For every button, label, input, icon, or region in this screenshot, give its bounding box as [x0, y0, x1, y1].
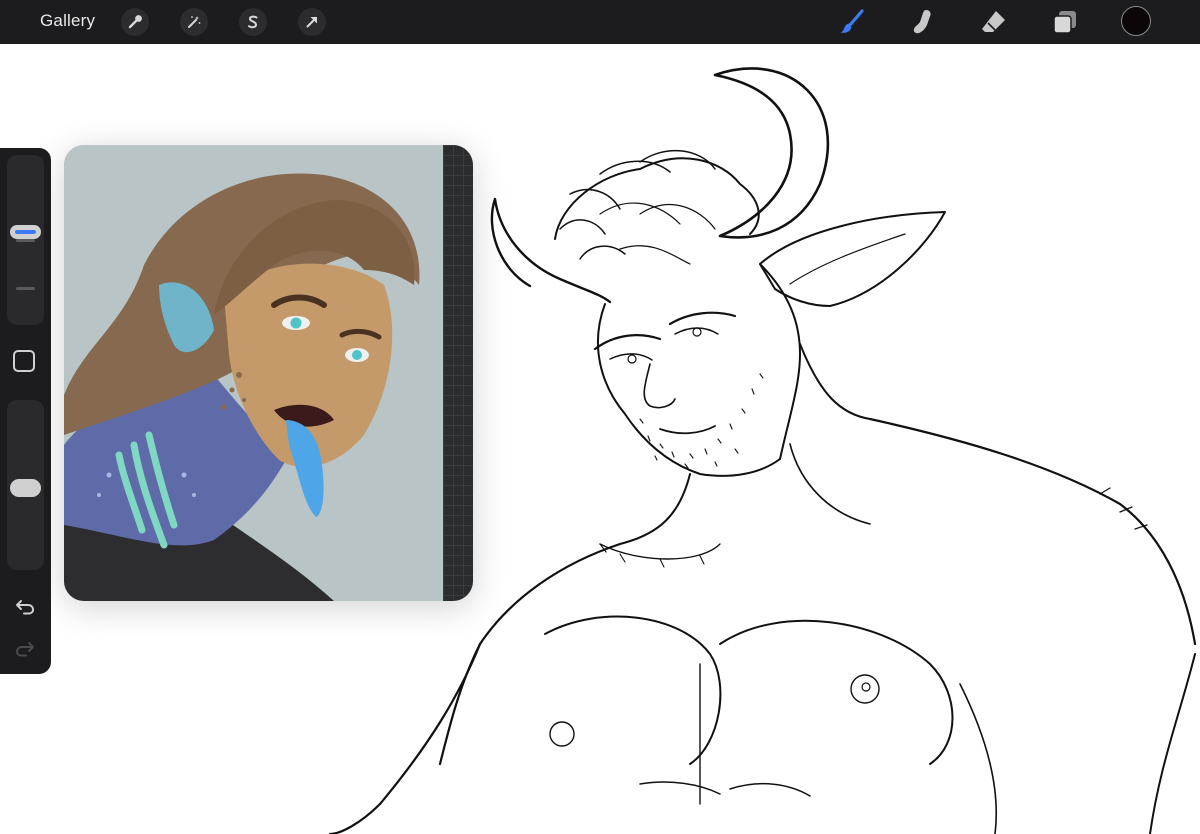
brush-size-thumb[interactable]	[10, 225, 41, 239]
arrow-cursor-icon	[306, 17, 317, 28]
redo-icon	[15, 642, 34, 657]
reference-window[interactable]	[64, 145, 473, 601]
smudge-finger-icon	[913, 10, 931, 34]
adjustments-button[interactable]	[180, 8, 208, 36]
magic-wand-icon	[188, 16, 201, 28]
eraser-icon	[982, 11, 1005, 32]
undo-button[interactable]	[12, 593, 38, 619]
wrench-icon	[128, 15, 142, 29]
redo-button[interactable]	[12, 635, 38, 661]
selection-button[interactable]	[239, 8, 267, 36]
smudge-tool-button[interactable]	[907, 6, 939, 38]
transform-button[interactable]	[298, 8, 326, 36]
left-sidebar	[0, 148, 51, 674]
modify-button[interactable]	[13, 350, 35, 372]
color-picker-button[interactable]	[1121, 6, 1151, 36]
top-toolbar: Gallery	[0, 0, 1200, 44]
layers-button[interactable]	[1049, 6, 1081, 38]
layers-icon	[1053, 11, 1076, 34]
brush-size-slider[interactable]	[7, 155, 44, 325]
brush-icon	[840, 9, 864, 33]
brush-tool-button[interactable]	[836, 6, 868, 38]
actions-button[interactable]	[121, 8, 149, 36]
undo-icon	[16, 600, 35, 615]
eraser-tool-button[interactable]	[978, 6, 1010, 38]
selection-s-icon	[248, 15, 258, 29]
reference-grid-strip	[443, 145, 473, 601]
size-tick	[16, 239, 35, 242]
size-tick	[16, 287, 35, 290]
brush-opacity-slider[interactable]	[7, 400, 44, 570]
brush-opacity-thumb[interactable]	[10, 479, 41, 497]
reference-image	[64, 145, 473, 601]
gallery-button[interactable]: Gallery	[40, 11, 95, 31]
